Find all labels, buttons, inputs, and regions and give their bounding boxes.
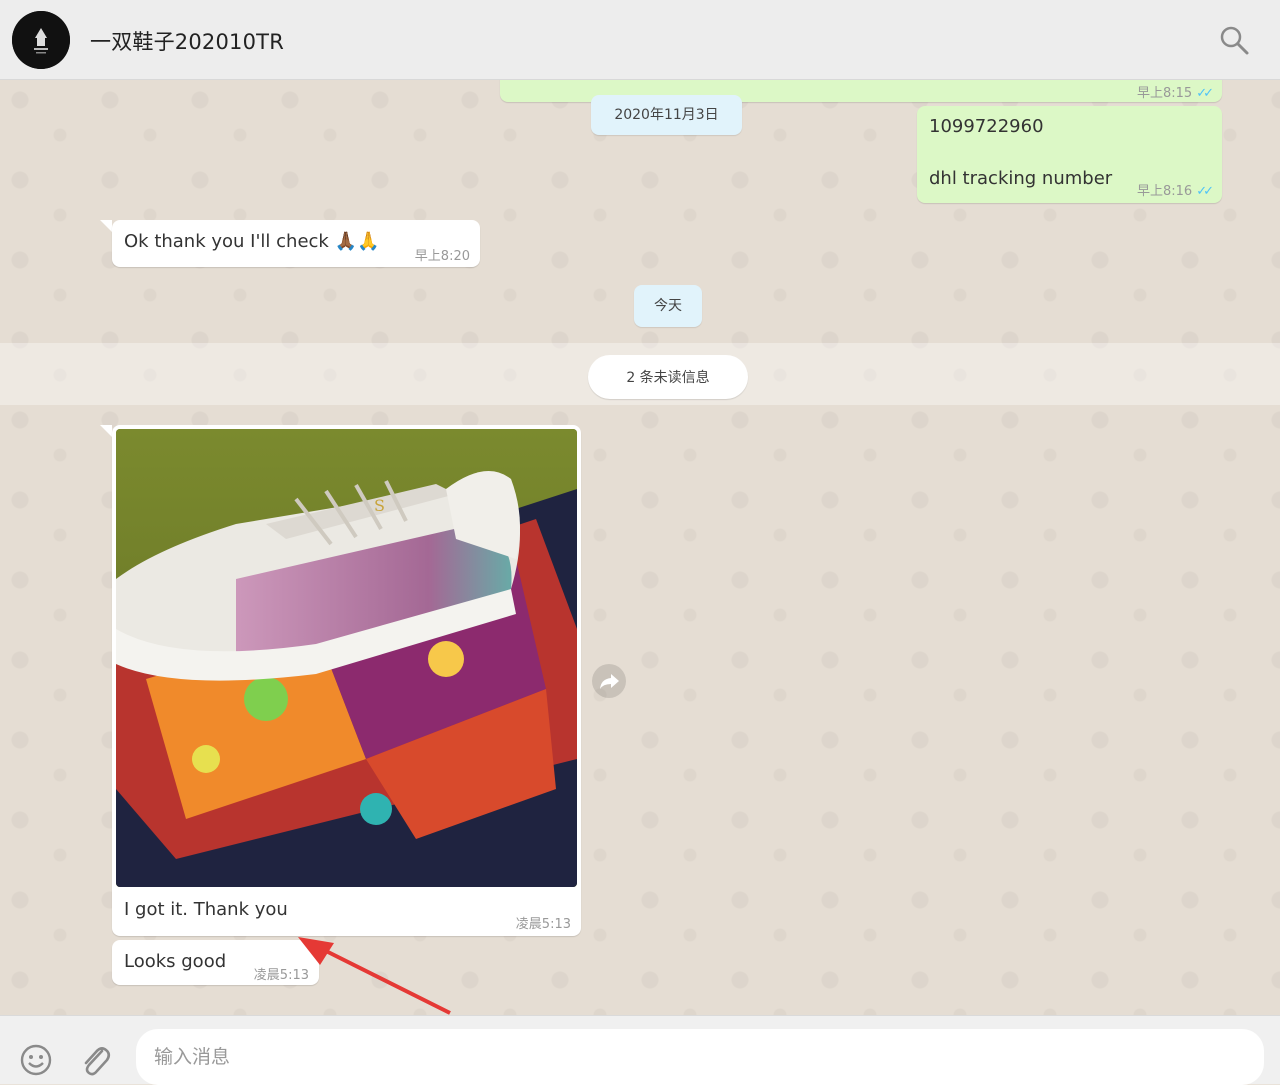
unread-count-badge: 2 条未读信息	[588, 355, 748, 399]
message-time: 早上8:20	[414, 249, 470, 264]
sneaker-on-box-image: S	[116, 429, 577, 887]
chat-header: 一双鞋子202010TR	[0, 0, 1280, 80]
message-text: Ok thank you I'll check 🙏🏾🙏	[124, 231, 380, 252]
chat-title: 一双鞋子202010TR	[90, 30, 284, 54]
message-time: 早上8:15 ✓✓	[1137, 86, 1214, 101]
forward-icon	[600, 674, 619, 689]
date-separator: 2020年11月3日	[591, 95, 742, 135]
contact-avatar[interactable]	[12, 11, 70, 69]
emoji-icon[interactable]	[19, 1043, 53, 1077]
message-bubble-incoming-photo[interactable]: S I got it. Thank you 凌晨5:13	[112, 425, 581, 936]
svg-text:S: S	[374, 496, 385, 515]
message-bubble-outgoing[interactable]: 1099722960 dhl tracking number 早上8:16 ✓✓	[917, 106, 1222, 203]
message-input[interactable]	[136, 1029, 1264, 1085]
bubble-tail	[100, 220, 112, 232]
search-icon[interactable]	[1218, 24, 1250, 56]
bubble-tail	[100, 425, 112, 437]
message-time: 早上8:16 ✓✓	[1137, 184, 1214, 199]
message-list[interactable]: 早上8:15 ✓✓ 2020年11月3日 1099722960 dhl track…	[0, 80, 1280, 1015]
sneaker-photo[interactable]: S	[116, 429, 577, 887]
photo-caption: I got it. Thank you	[124, 899, 288, 920]
message-text: Looks good	[124, 951, 227, 972]
avatar-logo-icon	[12, 11, 70, 69]
message-text: 1099722960	[929, 116, 1044, 137]
message-text: dhl tracking number	[929, 168, 1113, 189]
read-ticks-icon: ✓✓	[1196, 184, 1214, 199]
annotation-arrow-icon	[298, 937, 451, 1015]
composer-bar	[0, 1015, 1280, 1085]
date-separator-today: 今天	[634, 285, 702, 327]
read-ticks-icon: ✓✓	[1196, 86, 1214, 101]
message-bubble-incoming[interactable]: Ok thank you I'll check 🙏🏾🙏 早上8:20	[112, 220, 480, 267]
forward-button[interactable]	[592, 664, 626, 698]
message-time: 凌晨5:13	[515, 917, 571, 932]
paperclip-icon[interactable]	[78, 1041, 112, 1079]
message-bubble-incoming[interactable]: Looks good 凌晨5:13	[112, 940, 319, 985]
